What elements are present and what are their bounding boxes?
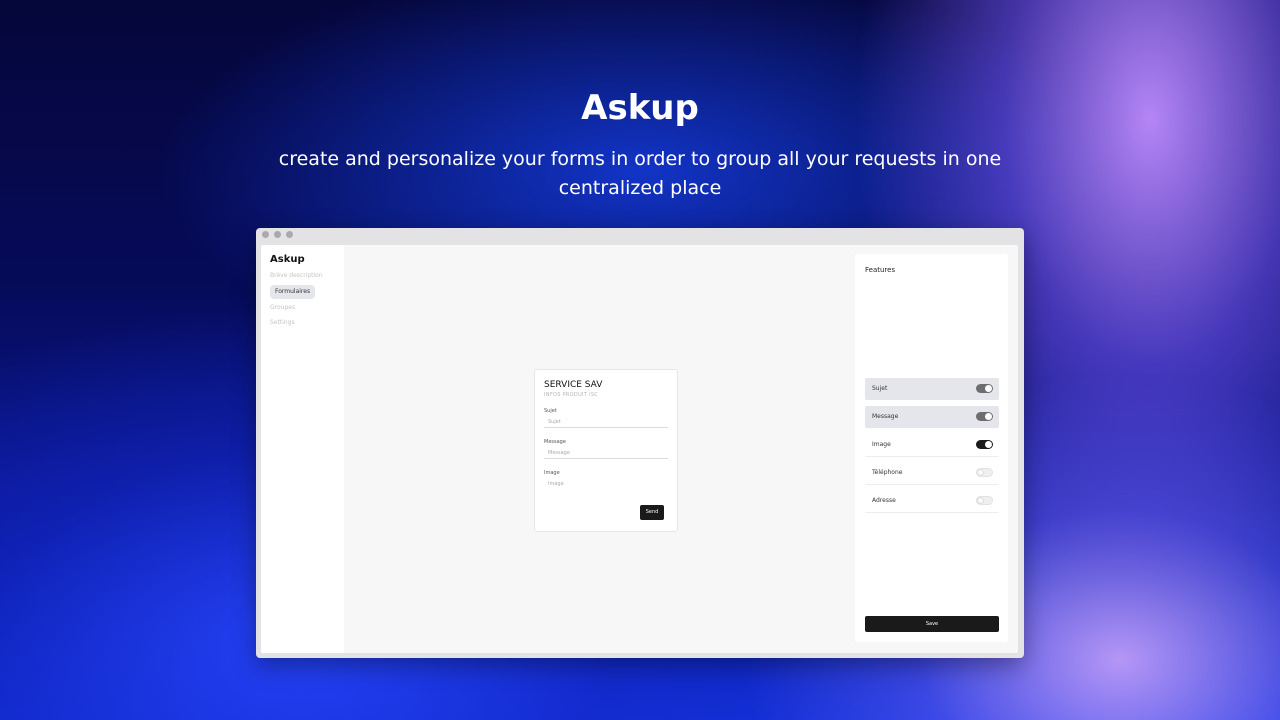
field-label-image: Image	[544, 470, 560, 476]
window-dot-icon	[274, 231, 281, 238]
hero-subtitle: create and personalize your forms in ord…	[278, 148, 1002, 199]
field-label-subject: Sujet	[544, 408, 557, 414]
feature-label: Adresse	[872, 497, 896, 504]
feature-label: Sujet	[872, 385, 888, 392]
form-preview-card: SERVICE SAV INFOS PRODUIT ISC Sujet Suje…	[534, 369, 678, 532]
feature-toggle[interactable]	[976, 468, 993, 477]
send-button[interactable]: Send	[640, 505, 664, 520]
sidebar-item-description[interactable]: Brève description	[270, 272, 323, 279]
app-content: Askup Brève description Formulaires Grou…	[261, 245, 1018, 653]
feature-row-message[interactable]: Message	[865, 406, 999, 428]
window-dot-icon	[286, 231, 293, 238]
features-panel: Features Sujet Message Image Téléphone A…	[855, 254, 1008, 642]
sidebar: Askup Brève description Formulaires Grou…	[261, 245, 344, 653]
sidebar-item-settings[interactable]: Settings	[270, 319, 295, 326]
hero-title: Askup	[581, 88, 699, 128]
features-title: Features	[865, 266, 896, 274]
subject-input[interactable]: Sujet	[544, 418, 668, 428]
form-title: SERVICE SAV	[544, 380, 603, 390]
window-dot-icon	[262, 231, 269, 238]
feature-label: Message	[872, 413, 899, 420]
feature-row-address[interactable]: Adresse	[865, 490, 999, 513]
message-input[interactable]: Message	[544, 449, 668, 459]
feature-toggle[interactable]	[976, 440, 993, 449]
field-label-message: Message	[544, 439, 566, 445]
feature-toggle[interactable]	[976, 496, 993, 505]
sidebar-logo: Askup	[270, 254, 305, 265]
form-subtitle: INFOS PRODUIT ISC	[544, 392, 599, 398]
feature-label: Image	[872, 441, 891, 448]
sidebar-item-groups[interactable]: Groupes	[270, 304, 295, 311]
feature-label: Téléphone	[872, 469, 903, 476]
sidebar-item-forms[interactable]: Formulaires	[270, 285, 316, 299]
feature-toggle[interactable]	[976, 412, 993, 421]
feature-row-image[interactable]: Image	[865, 434, 999, 457]
feature-toggle[interactable]	[976, 384, 993, 393]
image-input[interactable]: Image	[544, 480, 668, 489]
feature-row-subject[interactable]: Sujet	[865, 378, 999, 400]
feature-row-phone[interactable]: Téléphone	[865, 462, 999, 485]
app-window: Askup Brève description Formulaires Grou…	[256, 228, 1024, 658]
save-button[interactable]: Save	[865, 616, 999, 632]
